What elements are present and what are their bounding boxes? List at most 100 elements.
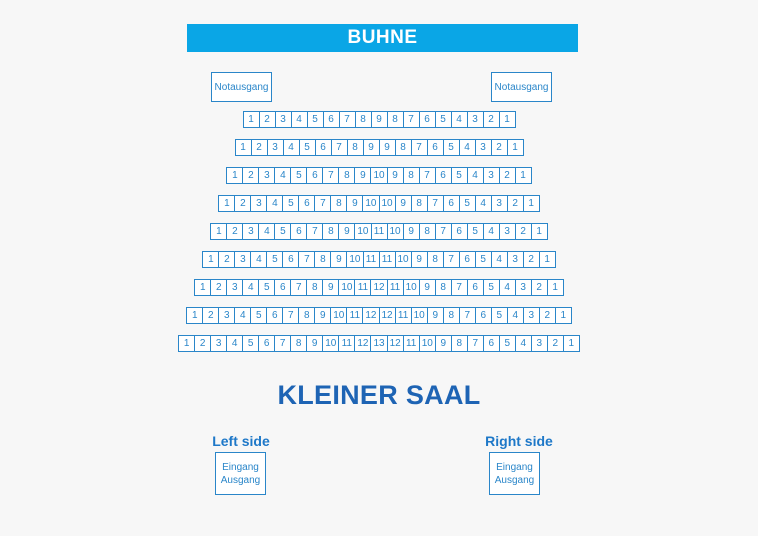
- seat[interactable]: 11: [363, 251, 380, 268]
- seat[interactable]: 5: [475, 251, 492, 268]
- seat[interactable]: 1: [178, 335, 196, 352]
- seat[interactable]: 7: [467, 335, 484, 352]
- seat[interactable]: 9: [403, 223, 420, 240]
- seat[interactable]: 8: [355, 111, 372, 128]
- seat[interactable]: 10: [331, 307, 348, 324]
- seat[interactable]: 2: [499, 167, 516, 184]
- seat[interactable]: 8: [411, 195, 428, 212]
- seat[interactable]: 5: [299, 139, 316, 156]
- seat[interactable]: 6: [291, 223, 308, 240]
- seat[interactable]: 4: [251, 251, 268, 268]
- seat[interactable]: 6: [427, 139, 444, 156]
- seat[interactable]: 8: [419, 223, 436, 240]
- seat[interactable]: 10: [419, 335, 436, 352]
- seat[interactable]: 1: [186, 307, 204, 324]
- seat[interactable]: 7: [427, 195, 444, 212]
- seat[interactable]: 7: [291, 279, 308, 296]
- seat[interactable]: 4: [267, 195, 284, 212]
- seat[interactable]: 10: [355, 223, 372, 240]
- seat[interactable]: 7: [459, 307, 476, 324]
- seat[interactable]: 2: [195, 335, 212, 352]
- seat[interactable]: 2: [507, 195, 524, 212]
- seat[interactable]: 12: [355, 335, 372, 352]
- seat[interactable]: 9: [315, 307, 332, 324]
- seat[interactable]: 5: [467, 223, 484, 240]
- seat[interactable]: 5: [259, 279, 276, 296]
- seat[interactable]: 2: [547, 335, 564, 352]
- seat[interactable]: 3: [523, 307, 540, 324]
- seat[interactable]: 5: [243, 335, 260, 352]
- seat[interactable]: 4: [491, 251, 508, 268]
- seat[interactable]: 7: [283, 307, 300, 324]
- seat[interactable]: 8: [387, 111, 404, 128]
- seat[interactable]: 5: [483, 279, 500, 296]
- seat[interactable]: 1: [523, 195, 540, 212]
- seat[interactable]: 4: [451, 111, 468, 128]
- seat[interactable]: 10: [339, 279, 356, 296]
- seat[interactable]: 10: [363, 195, 380, 212]
- seat[interactable]: 9: [323, 279, 340, 296]
- seat[interactable]: 7: [443, 251, 460, 268]
- seat[interactable]: 2: [515, 223, 532, 240]
- seat[interactable]: 6: [451, 223, 468, 240]
- seat[interactable]: 2: [211, 279, 228, 296]
- seat[interactable]: 6: [435, 167, 452, 184]
- seat[interactable]: 7: [315, 195, 332, 212]
- seat[interactable]: 2: [491, 139, 508, 156]
- seat[interactable]: 3: [515, 279, 532, 296]
- seat[interactable]: 3: [507, 251, 524, 268]
- seat[interactable]: 11: [347, 307, 364, 324]
- seat[interactable]: 8: [435, 279, 452, 296]
- seat[interactable]: 13: [371, 335, 388, 352]
- seat[interactable]: 6: [283, 251, 300, 268]
- seat[interactable]: 1: [218, 195, 236, 212]
- seat[interactable]: 6: [475, 307, 492, 324]
- seat[interactable]: 5: [459, 195, 476, 212]
- seat[interactable]: 7: [299, 251, 316, 268]
- seat[interactable]: 5: [275, 223, 292, 240]
- seat[interactable]: 6: [315, 139, 332, 156]
- seat[interactable]: 4: [467, 167, 484, 184]
- seat[interactable]: 6: [307, 167, 324, 184]
- seat[interactable]: 1: [194, 279, 212, 296]
- seat[interactable]: 3: [475, 139, 492, 156]
- seat[interactable]: 6: [299, 195, 316, 212]
- seat[interactable]: 8: [323, 223, 340, 240]
- seat[interactable]: 4: [235, 307, 252, 324]
- seat[interactable]: 9: [307, 335, 324, 352]
- seat[interactable]: 10: [403, 279, 420, 296]
- seat[interactable]: 3: [211, 335, 228, 352]
- seat[interactable]: 3: [467, 111, 484, 128]
- seat[interactable]: 8: [299, 307, 316, 324]
- seat[interactable]: 1: [210, 223, 228, 240]
- seat[interactable]: 4: [515, 335, 532, 352]
- seat[interactable]: 10: [387, 223, 404, 240]
- seat[interactable]: 9: [371, 111, 388, 128]
- seat[interactable]: 9: [395, 195, 412, 212]
- seat[interactable]: 5: [267, 251, 284, 268]
- seat[interactable]: 9: [347, 195, 364, 212]
- seat[interactable]: 10: [411, 307, 428, 324]
- seat[interactable]: 2: [203, 307, 220, 324]
- seat[interactable]: 4: [291, 111, 308, 128]
- seat[interactable]: 3: [483, 167, 500, 184]
- seat[interactable]: 3: [251, 195, 268, 212]
- seat[interactable]: 7: [435, 223, 452, 240]
- seat[interactable]: 9: [427, 307, 444, 324]
- seat[interactable]: 5: [283, 195, 300, 212]
- seat[interactable]: 1: [499, 111, 516, 128]
- seat[interactable]: 2: [251, 139, 268, 156]
- seat[interactable]: 7: [403, 111, 420, 128]
- seat[interactable]: 11: [395, 307, 412, 324]
- seat[interactable]: 1: [563, 335, 580, 352]
- seat[interactable]: 4: [459, 139, 476, 156]
- seat[interactable]: 11: [379, 251, 396, 268]
- seat[interactable]: 6: [483, 335, 500, 352]
- seat[interactable]: 2: [227, 223, 244, 240]
- seat[interactable]: 2: [235, 195, 252, 212]
- seat[interactable]: 6: [259, 335, 276, 352]
- seat[interactable]: 11: [339, 335, 356, 352]
- seat[interactable]: 7: [411, 139, 428, 156]
- seat[interactable]: 2: [539, 307, 556, 324]
- seat[interactable]: 10: [347, 251, 364, 268]
